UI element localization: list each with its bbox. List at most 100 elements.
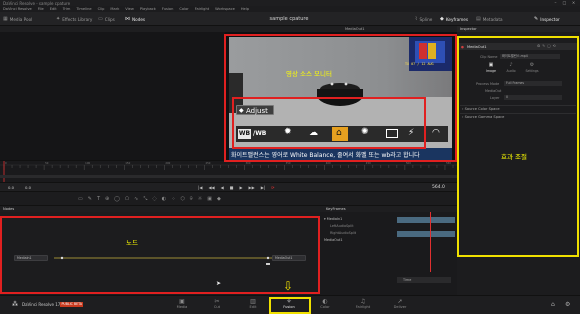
tree-item[interactable]: LeftAudioSplit [324, 224, 394, 231]
nodes-title: Nodes [3, 206, 15, 211]
media-page-icon: ▣ [179, 298, 185, 305]
effects-library-button[interactable]: ✦ Effects Library [56, 15, 92, 23]
rewind-button[interactable]: ◀◀ [208, 185, 214, 190]
menu-color[interactable]: Color [179, 7, 188, 11]
inspector-annotation: 효과 조절 [501, 153, 527, 161]
current-time[interactable]: 564.0 [432, 185, 445, 190]
keyframes-tree: ▾ MediaIn1 LeftAudioSplit RightAudioSpli… [324, 217, 394, 245]
keyframe-playhead[interactable] [430, 212, 431, 272]
fusion-tools[interactable]: ▭ ✎ T ⊕ ◯ ⬠ ∿ ⤡ ◌ ◐ ⁘ ⬡ ⌾ ☼ ▣ ◆ [78, 196, 221, 202]
app-name: DaVinci Resolve 17 [22, 302, 61, 307]
play-button[interactable]: ▶ [239, 185, 242, 190]
menu-fairlight[interactable]: Fairlight [195, 7, 209, 11]
inspector-title: Inspector [460, 26, 477, 31]
menu-mark[interactable]: Mark [110, 7, 119, 11]
tool-light-icon: ☼ [197, 196, 203, 202]
menu-view[interactable]: View [125, 7, 134, 11]
tool-camera-icon: ⌾ [189, 196, 193, 202]
time-ruler[interactable]: 0 50 100 150 200 250 300 350 400 450 500 550 [0, 160, 457, 183]
page-fairlight[interactable]: ♫ Fairlight [351, 297, 375, 314]
beta-badge: PUBLIC BETA [60, 301, 84, 307]
menu-help[interactable]: Help [241, 7, 249, 11]
go-to-end-button[interactable]: ▶| [261, 185, 265, 190]
media-pool-icon: ▦ [3, 16, 8, 22]
play-reverse-button[interactable]: ◀ [221, 185, 224, 190]
home-icon[interactable]: ⌂ [551, 301, 555, 308]
clips-button[interactable]: ▭ Clips [98, 15, 115, 23]
left-viewer-header [0, 26, 225, 32]
fairlight-page-icon: ♫ [360, 298, 366, 305]
tool-blur-icon: ◌ [152, 196, 157, 202]
render-start[interactable]: 0.0 [25, 185, 31, 190]
menu-clip[interactable]: Clip [98, 7, 105, 11]
wb-highlight-box [232, 97, 426, 149]
nodes-button[interactable]: ⋈ Nodes [125, 15, 145, 23]
keyframes-icon: ◆ [440, 16, 444, 22]
menu-workspace[interactable]: Workspace [215, 7, 235, 11]
menu-app[interactable]: DaVinci Resolve [3, 7, 32, 11]
left-viewer[interactable] [0, 26, 225, 160]
menu-playback[interactable]: Playback [140, 7, 156, 11]
time-dropdown[interactable]: Time [397, 277, 451, 283]
metadata-button[interactable]: ▤ Metadata [476, 15, 503, 23]
nodes-highlight-box [0, 216, 320, 294]
keyframe-track-bar[interactable] [397, 217, 455, 223]
right-viewer-header: MediaOut1 [225, 26, 457, 32]
tool-merge-icon: ⊕ [105, 196, 110, 202]
ruler-tick-label: 100 [85, 161, 90, 165]
page-edit[interactable]: ▥ Edit [241, 297, 265, 314]
keyframes-button[interactable]: ◆ Keyframes [440, 15, 468, 23]
cut-page-icon: ✂ [214, 298, 220, 305]
settings-icon[interactable]: ⚙ [565, 301, 570, 308]
go-to-start-button[interactable]: |◀ [198, 185, 202, 190]
tree-item[interactable]: MediaOut1 [324, 238, 394, 245]
stop-button[interactable]: ■ [230, 185, 234, 190]
tool-particles-icon: ⁘ [171, 196, 176, 202]
menu-timeline[interactable]: Timeline [76, 7, 91, 11]
spline-icon: ⌇ [415, 16, 418, 22]
effects-icon: ✦ [56, 16, 61, 22]
tool-transform-icon: ⤡ [143, 196, 148, 202]
ruler-tick-label: 50 [45, 161, 49, 165]
nodes-icon: ⋈ [125, 16, 130, 22]
page-color[interactable]: ◐ Color [313, 297, 337, 314]
tool-render-icon: ▣ [207, 196, 212, 202]
tool-paint-icon: ✎ [87, 196, 92, 202]
metadata-icon: ▤ [476, 16, 481, 22]
menu-trim[interactable]: Trim [63, 7, 71, 11]
media-pool-button[interactable]: ▦ Media Pool [3, 15, 32, 23]
page-media[interactable]: ▣ Media [170, 297, 194, 314]
transport-controls: |◀ ◀◀ ◀ ■ ▶ ▶▶ ▶| ⟳ [198, 185, 274, 190]
inspector-button[interactable]: ✎ Inspector [534, 15, 560, 23]
keyframes-panel: ▾ MediaIn1 LeftAudioSplit RightAudioSpli… [320, 212, 457, 295]
ruler-graphic: 0 50 100 150 200 250 300 350 400 450 500 550 [0, 161, 457, 183]
fast-forward-button[interactable]: ▶▶ [249, 185, 255, 190]
tool-mask-icon: ◯ [114, 196, 120, 202]
edit-page-icon: ▥ [250, 298, 256, 305]
tree-item[interactable]: ▾ MediaIn1 [324, 217, 394, 224]
ruler-tick-label: 200 [165, 161, 170, 165]
inspector-icon: ✎ [534, 16, 539, 22]
menu-edit[interactable]: Edit [50, 7, 57, 11]
menu-file[interactable]: File [38, 7, 44, 11]
ruler-tick-label: 0 [5, 161, 7, 165]
viewer-clip-name: MediaOut1 [345, 26, 365, 31]
keyframe-track-bar[interactable] [397, 231, 455, 237]
menu-fusion[interactable]: Fusion [162, 7, 174, 11]
spline-button[interactable]: ⌇ Spline [415, 15, 432, 23]
page-cut[interactable]: ✂ Cut [205, 297, 229, 314]
tool-polygon-icon: ⬠ [124, 196, 130, 202]
global-start[interactable]: 0.0 [8, 185, 14, 190]
loop-button[interactable]: ⟳ [271, 185, 274, 190]
down-arrow-icon: ⇩ [283, 279, 294, 293]
tree-item[interactable]: RightAudioSplit [324, 231, 394, 238]
project-title: sample cpature [269, 16, 309, 22]
toolbar: ▦ Media Pool ✦ Effects Library ▭ Clips ⋈… [0, 12, 580, 26]
inspector-header: Inspector [457, 26, 580, 32]
page-deliver[interactable]: ➚ Deliver [388, 297, 412, 314]
deliver-page-icon: ➚ [397, 298, 403, 305]
nodes-annotation: 노드 [126, 239, 138, 247]
resolve-logo-icon: ⁂ [12, 301, 18, 308]
ruler-tick-label: 150 [125, 161, 130, 165]
window-title: DaVinci Resolve - sample cpature [3, 0, 71, 6]
